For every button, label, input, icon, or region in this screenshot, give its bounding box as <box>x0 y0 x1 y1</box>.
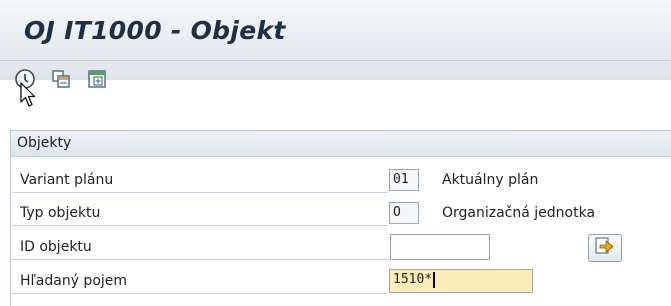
plan-variant-field[interactable]: 01 <box>389 169 419 191</box>
row-plan-variant: Variant plánu 01 Aktuálny plán <box>12 168 652 195</box>
arrow-right-icon <box>594 236 616 260</box>
plan-variant-label: Variant plánu <box>12 168 388 193</box>
group-title: Objekty <box>11 131 671 157</box>
object-id-label: ID objektu <box>12 235 388 260</box>
row-search-term: Hľadaný pojem 1510* <box>12 269 652 296</box>
plan-variant-description: Aktuálny plán <box>442 172 539 188</box>
object-type-field[interactable]: O <box>389 202 419 224</box>
title-divider <box>0 60 671 61</box>
search-term-field[interactable]: 1510* <box>389 269 533 293</box>
text-caret <box>433 271 436 288</box>
overview-icon <box>87 69 107 89</box>
page-title: OJ IT1000 - Objekt <box>24 16 286 45</box>
copy-button[interactable] <box>48 66 74 92</box>
search-button[interactable] <box>588 234 622 262</box>
object-id-field[interactable] <box>390 234 490 260</box>
row-object-id: ID objektu <box>12 234 652 262</box>
row-object-type: Typ objektu O Organizačná jednotka <box>12 201 652 228</box>
copy-icon <box>51 69 71 89</box>
search-term-value: 1510* <box>393 272 433 287</box>
search-term-label: Hľadaný pojem <box>12 269 388 294</box>
overview-button[interactable] <box>84 66 110 92</box>
mouse-cursor-icon <box>20 82 36 112</box>
object-type-description: Organizačná jednotka <box>442 205 596 221</box>
object-type-label: Typ objektu <box>12 201 388 226</box>
